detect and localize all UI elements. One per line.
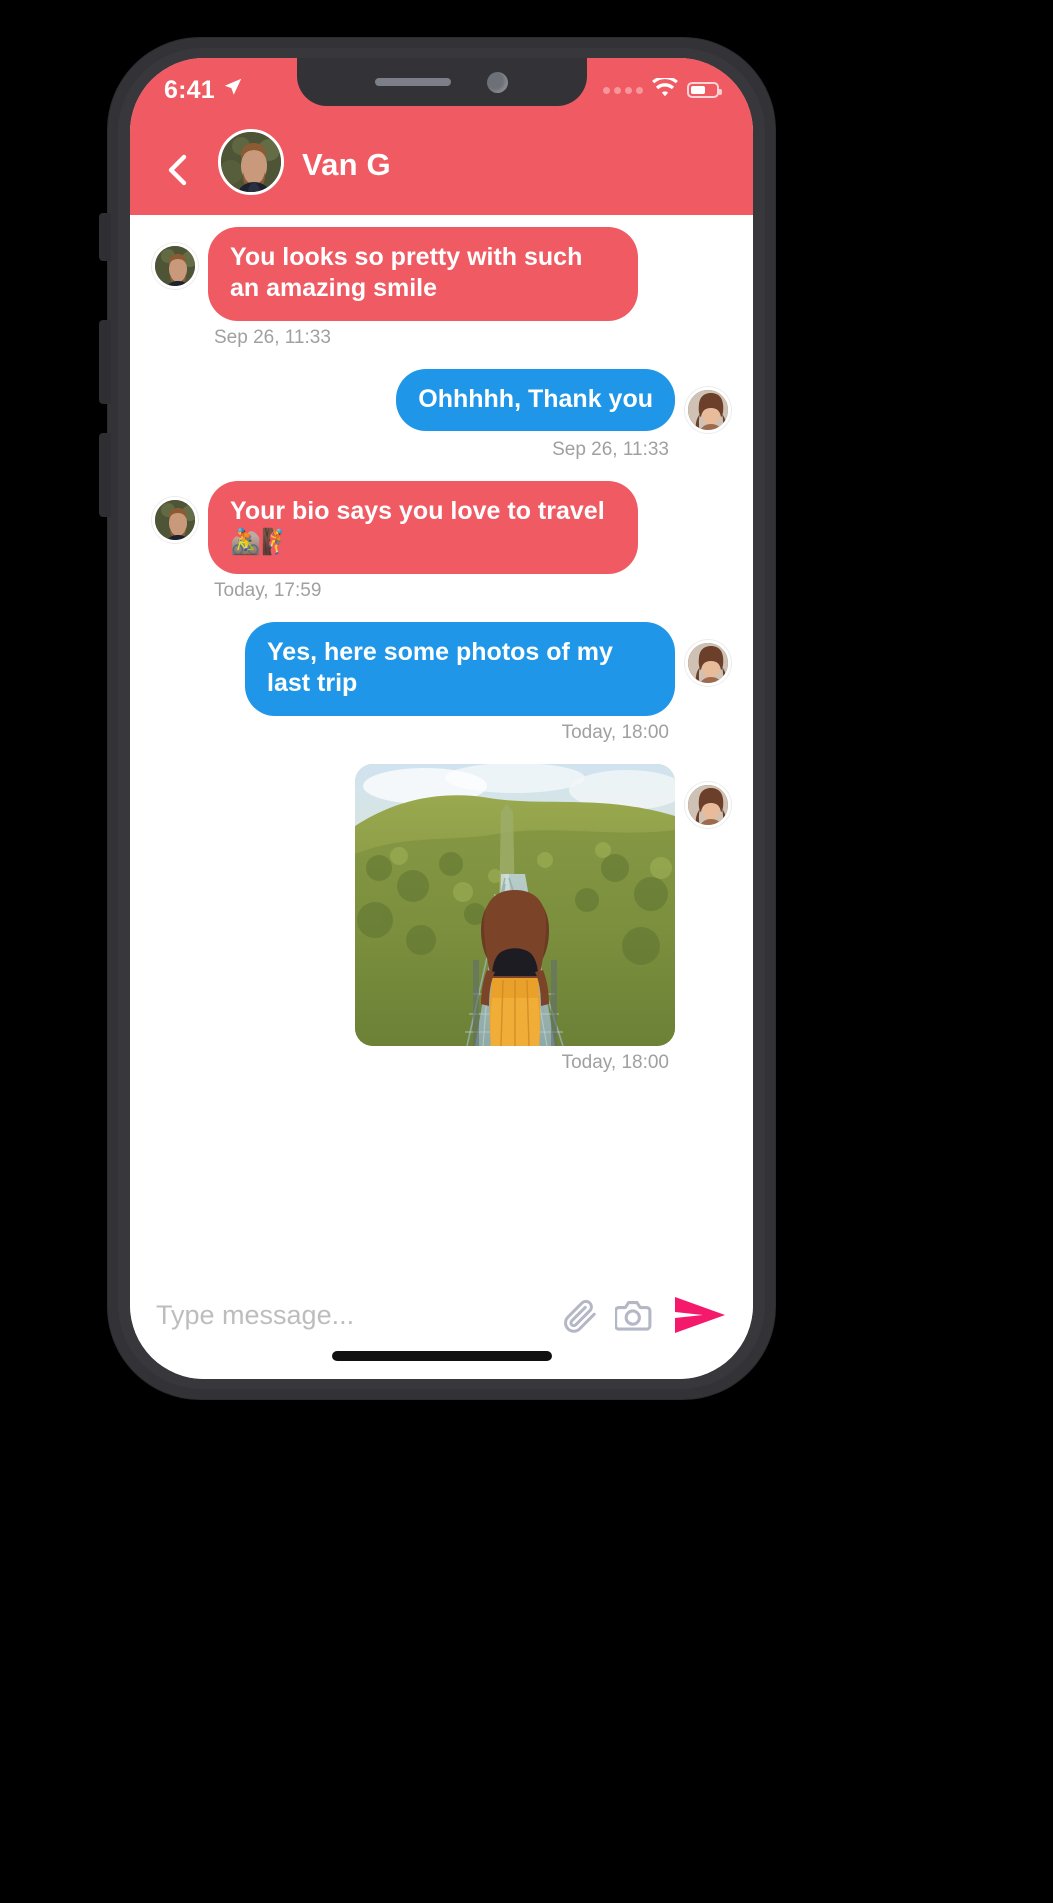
avatar[interactable] <box>685 386 731 433</box>
avatar[interactable] <box>152 243 198 289</box>
message-timestamp: Sep 26, 11:33 <box>214 326 331 348</box>
message-input[interactable] <box>156 1293 545 1337</box>
message-row-outgoing: Yes, here some photos of my last trip <box>152 622 731 716</box>
earpiece-speaker <box>375 78 451 86</box>
camera-icon[interactable] <box>615 1296 657 1334</box>
photo-attachment[interactable] <box>355 763 675 1046</box>
message-timestamp: Today, 17:59 <box>214 580 322 601</box>
status-time: 6:41 <box>164 75 215 104</box>
wifi-icon <box>652 76 678 102</box>
message-bubble: Ohhhhh, Thank you <box>396 368 675 431</box>
message-row-outgoing: Ohhhhh, Thank you <box>152 368 731 433</box>
phone-volume-up-button[interactable] <box>99 320 111 404</box>
home-indicator[interactable] <box>331 1351 552 1361</box>
paperclip-icon[interactable] <box>561 1296 599 1334</box>
status-bar-left: 6:41 <box>164 76 244 105</box>
back-button[interactable] <box>158 149 200 191</box>
screenshot-stage: 6:41 Van G You looks so pretty with such… <box>0 0 1053 1903</box>
signal-dots-icon <box>603 86 643 94</box>
message-timestamp: Today, 18:00 <box>561 721 669 743</box>
message-row-photo <box>152 763 731 1046</box>
phone-screen: 6:41 Van G You looks so pretty with such… <box>130 58 753 1379</box>
front-camera <box>487 71 508 93</box>
message-composer <box>130 1269 753 1379</box>
avatar[interactable] <box>152 496 198 543</box>
avatar[interactable] <box>685 640 731 686</box>
message-bubble: Your bio says you love to travel🚵🧗 <box>208 480 638 574</box>
message-timestamp: Today, 18:00 <box>561 1051 669 1073</box>
message-bubble: Yes, here some photos of my last trip <box>245 622 675 716</box>
phone-notch <box>296 58 587 106</box>
message-row-incoming: Your bio says you love to travel🚵🧗 <box>152 480 731 574</box>
message-thread[interactable]: You looks so pretty with such an amazing… <box>130 215 753 1269</box>
page-title: Van G <box>302 147 391 182</box>
message-timestamp: Sep 26, 11:33 <box>552 438 669 460</box>
location-arrow-icon <box>222 76 244 105</box>
avatar[interactable] <box>218 129 284 195</box>
battery-icon <box>687 82 722 98</box>
avatar[interactable] <box>685 781 731 828</box>
send-arrow-icon[interactable] <box>673 1293 727 1337</box>
message-bubble: You looks so pretty with such an amazing… <box>208 227 638 321</box>
message-row-incoming: You looks so pretty with such an amazing… <box>152 227 731 321</box>
phone-silent-switch[interactable] <box>99 213 111 261</box>
phone-volume-down-button[interactable] <box>99 433 111 517</box>
status-bar-right <box>603 76 722 102</box>
